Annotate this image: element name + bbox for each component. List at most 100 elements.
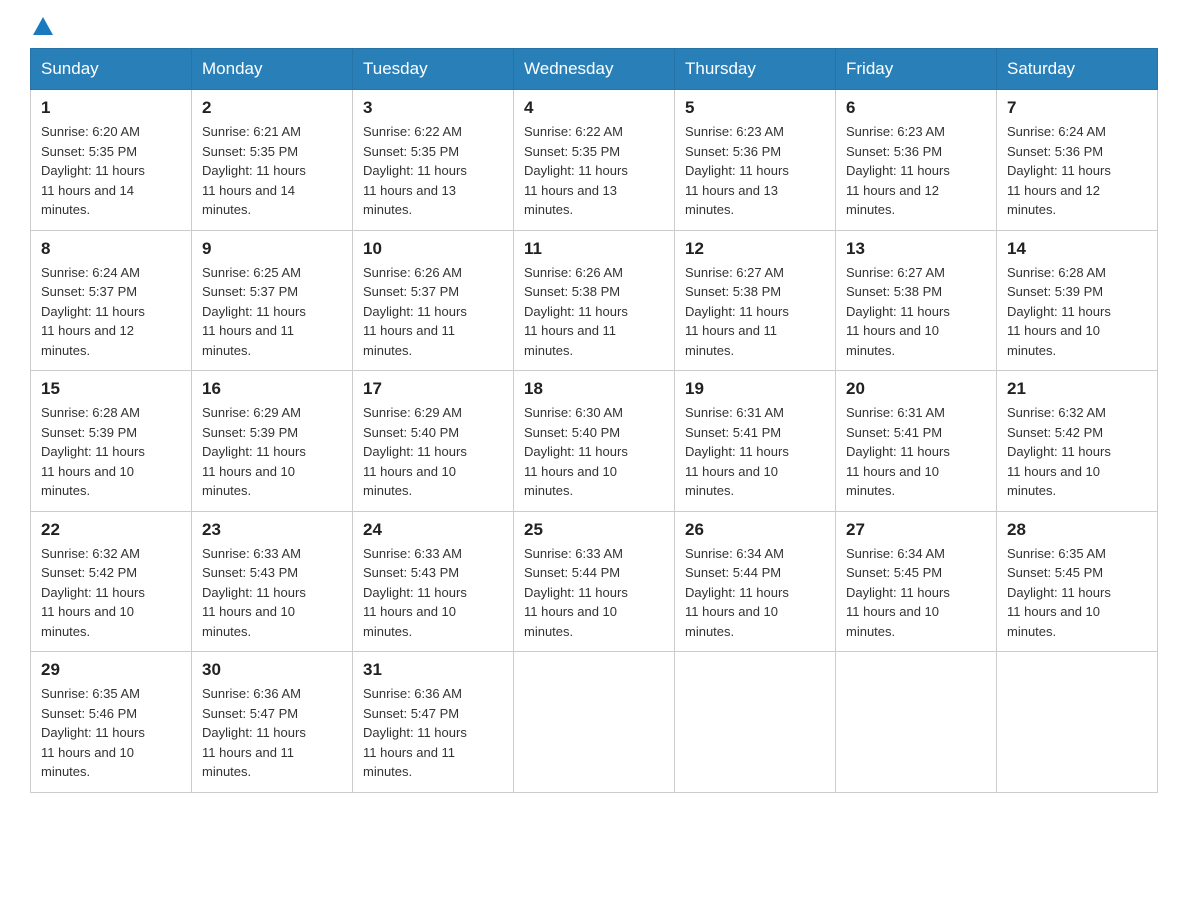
- calendar-cell: 4Sunrise: 6:22 AMSunset: 5:35 PMDaylight…: [514, 90, 675, 231]
- day-info: Sunrise: 6:33 AMSunset: 5:44 PMDaylight:…: [524, 544, 664, 642]
- calendar-cell: [997, 652, 1158, 793]
- calendar-header: SundayMondayTuesdayWednesdayThursdayFrid…: [31, 49, 1158, 90]
- day-info: Sunrise: 6:32 AMSunset: 5:42 PMDaylight:…: [41, 544, 181, 642]
- logo-triangle-icon: [33, 17, 53, 35]
- calendar-cell: 28 Sunrise: 6:35 AMSunset: 5:45 PMDayligh…: [997, 511, 1158, 652]
- day-number: 24: [363, 520, 503, 540]
- calendar-cell: 6 Sunrise: 6:23 AMSunset: 5:36 PMDaylight…: [836, 90, 997, 231]
- day-info: Sunrise: 6:23 AMSunset: 5:36 PMDaylight:…: [846, 122, 986, 220]
- day-number: 14: [1007, 239, 1147, 259]
- day-info: Sunrise: 6:22 AMSunset: 5:35 PMDaylight:…: [363, 122, 503, 220]
- day-info: Sunrise: 6:28 AMSunset: 5:39 PMDaylight:…: [41, 403, 181, 501]
- calendar-cell: 30 Sunrise: 6:36 AMSunset: 5:47 PMDayligh…: [192, 652, 353, 793]
- day-info: Sunrise: 6:22 AMSunset: 5:35 PMDaylight:…: [524, 122, 664, 220]
- day-info: Sunrise: 6:27 AMSunset: 5:38 PMDaylight:…: [685, 263, 825, 361]
- calendar-cell: 21Sunrise: 6:32 AMSunset: 5:42 PMDayligh…: [997, 371, 1158, 512]
- day-number: 11: [524, 239, 664, 259]
- header-cell-thursday: Thursday: [675, 49, 836, 90]
- calendar-cell: 10 Sunrise: 6:26 AMSunset: 5:37 PMDayligh…: [353, 230, 514, 371]
- day-number: 28: [1007, 520, 1147, 540]
- day-number: 16: [202, 379, 342, 399]
- day-number: 5: [685, 98, 825, 118]
- calendar-cell: 17Sunrise: 6:29 AMSunset: 5:40 PMDayligh…: [353, 371, 514, 512]
- calendar-cell: 2 Sunrise: 6:21 AMSunset: 5:35 PMDaylight…: [192, 90, 353, 231]
- header-row: SundayMondayTuesdayWednesdayThursdayFrid…: [31, 49, 1158, 90]
- day-number: 17: [363, 379, 503, 399]
- calendar-cell: 19 Sunrise: 6:31 AMSunset: 5:41 PMDayligh…: [675, 371, 836, 512]
- week-row-4: 22 Sunrise: 6:32 AMSunset: 5:42 PMDayligh…: [31, 511, 1158, 652]
- header-cell-wednesday: Wednesday: [514, 49, 675, 90]
- day-info: Sunrise: 6:24 AMSunset: 5:37 PMDaylight:…: [41, 263, 181, 361]
- calendar-cell: 13Sunrise: 6:27 AMSunset: 5:38 PMDayligh…: [836, 230, 997, 371]
- day-info: Sunrise: 6:27 AMSunset: 5:38 PMDaylight:…: [846, 263, 986, 361]
- day-number: 18: [524, 379, 664, 399]
- calendar-cell: [836, 652, 997, 793]
- day-info: Sunrise: 6:31 AMSunset: 5:41 PMDaylight:…: [846, 403, 986, 501]
- day-info: Sunrise: 6:35 AMSunset: 5:46 PMDaylight:…: [41, 684, 181, 782]
- day-number: 23: [202, 520, 342, 540]
- page-header: [30, 20, 1158, 38]
- logo: [30, 20, 53, 38]
- header-cell-saturday: Saturday: [997, 49, 1158, 90]
- calendar-cell: 20 Sunrise: 6:31 AMSunset: 5:41 PMDayligh…: [836, 371, 997, 512]
- day-number: 10: [363, 239, 503, 259]
- calendar-cell: 16 Sunrise: 6:29 AMSunset: 5:39 PMDayligh…: [192, 371, 353, 512]
- day-number: 9: [202, 239, 342, 259]
- day-info: Sunrise: 6:33 AMSunset: 5:43 PMDaylight:…: [202, 544, 342, 642]
- calendar-table: SundayMondayTuesdayWednesdayThursdayFrid…: [30, 48, 1158, 793]
- calendar-cell: 29 Sunrise: 6:35 AMSunset: 5:46 PMDayligh…: [31, 652, 192, 793]
- calendar-cell: 5 Sunrise: 6:23 AMSunset: 5:36 PMDaylight…: [675, 90, 836, 231]
- calendar-cell: 24Sunrise: 6:33 AMSunset: 5:43 PMDayligh…: [353, 511, 514, 652]
- week-row-2: 8 Sunrise: 6:24 AMSunset: 5:37 PMDaylight…: [31, 230, 1158, 371]
- day-info: Sunrise: 6:26 AMSunset: 5:37 PMDaylight:…: [363, 263, 503, 361]
- day-number: 6: [846, 98, 986, 118]
- day-number: 3: [363, 98, 503, 118]
- day-info: Sunrise: 6:36 AMSunset: 5:47 PMDaylight:…: [363, 684, 503, 782]
- day-number: 2: [202, 98, 342, 118]
- day-info: Sunrise: 6:30 AMSunset: 5:40 PMDaylight:…: [524, 403, 664, 501]
- day-info: Sunrise: 6:23 AMSunset: 5:36 PMDaylight:…: [685, 122, 825, 220]
- day-info: Sunrise: 6:34 AMSunset: 5:45 PMDaylight:…: [846, 544, 986, 642]
- calendar-body: 1Sunrise: 6:20 AMSunset: 5:35 PMDaylight…: [31, 90, 1158, 793]
- day-info: Sunrise: 6:35 AMSunset: 5:45 PMDaylight:…: [1007, 544, 1147, 642]
- calendar-cell: [514, 652, 675, 793]
- calendar-cell: 26 Sunrise: 6:34 AMSunset: 5:44 PMDayligh…: [675, 511, 836, 652]
- day-info: Sunrise: 6:25 AMSunset: 5:37 PMDaylight:…: [202, 263, 342, 361]
- day-number: 31: [363, 660, 503, 680]
- day-number: 12: [685, 239, 825, 259]
- day-info: Sunrise: 6:24 AMSunset: 5:36 PMDaylight:…: [1007, 122, 1147, 220]
- day-number: 29: [41, 660, 181, 680]
- calendar-cell: 23 Sunrise: 6:33 AMSunset: 5:43 PMDayligh…: [192, 511, 353, 652]
- day-number: 22: [41, 520, 181, 540]
- header-cell-monday: Monday: [192, 49, 353, 90]
- day-info: Sunrise: 6:36 AMSunset: 5:47 PMDaylight:…: [202, 684, 342, 782]
- calendar-cell: 8 Sunrise: 6:24 AMSunset: 5:37 PMDaylight…: [31, 230, 192, 371]
- week-row-3: 15Sunrise: 6:28 AMSunset: 5:39 PMDayligh…: [31, 371, 1158, 512]
- day-number: 19: [685, 379, 825, 399]
- day-number: 26: [685, 520, 825, 540]
- day-number: 25: [524, 520, 664, 540]
- week-row-5: 29 Sunrise: 6:35 AMSunset: 5:46 PMDayligh…: [31, 652, 1158, 793]
- calendar-cell: 11 Sunrise: 6:26 AMSunset: 5:38 PMDayligh…: [514, 230, 675, 371]
- day-info: Sunrise: 6:20 AMSunset: 5:35 PMDaylight:…: [41, 122, 181, 220]
- day-number: 30: [202, 660, 342, 680]
- day-info: Sunrise: 6:21 AMSunset: 5:35 PMDaylight:…: [202, 122, 342, 220]
- day-info: Sunrise: 6:29 AMSunset: 5:39 PMDaylight:…: [202, 403, 342, 501]
- header-cell-tuesday: Tuesday: [353, 49, 514, 90]
- calendar-cell: 9 Sunrise: 6:25 AMSunset: 5:37 PMDaylight…: [192, 230, 353, 371]
- day-number: 21: [1007, 379, 1147, 399]
- calendar-cell: 25 Sunrise: 6:33 AMSunset: 5:44 PMDayligh…: [514, 511, 675, 652]
- calendar-cell: 18 Sunrise: 6:30 AMSunset: 5:40 PMDayligh…: [514, 371, 675, 512]
- week-row-1: 1Sunrise: 6:20 AMSunset: 5:35 PMDaylight…: [31, 90, 1158, 231]
- calendar-cell: 1Sunrise: 6:20 AMSunset: 5:35 PMDaylight…: [31, 90, 192, 231]
- day-number: 20: [846, 379, 986, 399]
- calendar-cell: 27 Sunrise: 6:34 AMSunset: 5:45 PMDayligh…: [836, 511, 997, 652]
- day-info: Sunrise: 6:34 AMSunset: 5:44 PMDaylight:…: [685, 544, 825, 642]
- day-info: Sunrise: 6:26 AMSunset: 5:38 PMDaylight:…: [524, 263, 664, 361]
- day-info: Sunrise: 6:28 AMSunset: 5:39 PMDaylight:…: [1007, 263, 1147, 361]
- calendar-cell: 14 Sunrise: 6:28 AMSunset: 5:39 PMDayligh…: [997, 230, 1158, 371]
- day-number: 8: [41, 239, 181, 259]
- day-info: Sunrise: 6:31 AMSunset: 5:41 PMDaylight:…: [685, 403, 825, 501]
- header-cell-sunday: Sunday: [31, 49, 192, 90]
- day-number: 27: [846, 520, 986, 540]
